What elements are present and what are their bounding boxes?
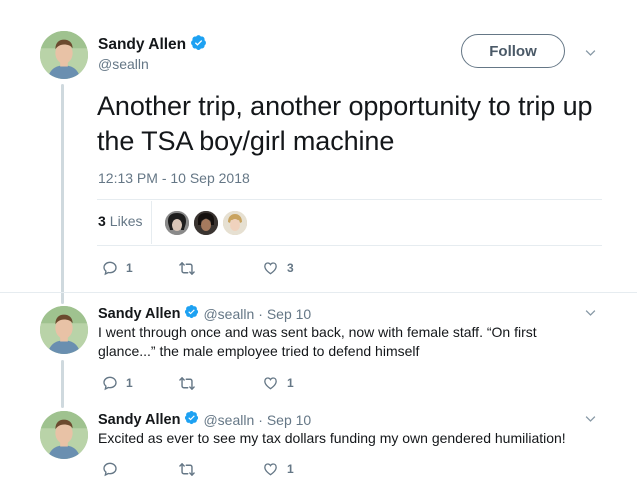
divider (97, 199, 602, 200)
thread-line (61, 360, 64, 408)
retweet-button[interactable] (178, 461, 204, 478)
retweet-icon (178, 375, 196, 392)
thread-line (61, 84, 64, 304)
like-count: 1 (287, 376, 294, 390)
retweet-icon (178, 461, 196, 478)
reply-button[interactable]: 1 (102, 260, 133, 276)
tweet-text: Another trip, another opportunity to tri… (97, 91, 593, 156)
avatar[interactable] (40, 411, 88, 459)
reply-icon (102, 375, 118, 391)
liker-avatar[interactable] (193, 210, 219, 236)
tweet-timestamp[interactable]: 12:13 PM - 10 Sep 2018 (98, 170, 250, 186)
reply-text: I went through once and was sent back, n… (98, 323, 578, 361)
author-name[interactable]: Sandy Allen (98, 306, 180, 322)
like-button[interactable]: 1 (262, 461, 294, 477)
retweet-icon (178, 260, 196, 277)
reply-count: 1 (126, 261, 133, 275)
reply-count: 1 (126, 376, 133, 390)
reply-header: Sandy Allen @sealln · Sep 10 (98, 304, 311, 324)
verified-badge-icon (190, 34, 207, 56)
reply-icon (102, 461, 118, 477)
chevron-down-icon[interactable] (583, 305, 598, 325)
avatar[interactable] (40, 31, 88, 79)
reply-date[interactable]: · Sep 10 (258, 412, 311, 428)
divider (97, 245, 602, 246)
divider (0, 292, 637, 293)
likes-stat[interactable]: 3 Likes (98, 213, 142, 229)
author-name[interactable]: Sandy Allen (98, 36, 186, 54)
retweet-button[interactable] (178, 260, 204, 277)
likes-count: 3 (98, 213, 106, 229)
reply-text-line: Excited as ever to see my tax dollars fu… (98, 430, 566, 446)
reply-button[interactable]: 1 (102, 375, 133, 391)
heart-icon (262, 461, 279, 477)
verified-badge-icon (184, 304, 199, 324)
author-name-row[interactable]: Sandy Allen (98, 34, 207, 56)
heart-icon (262, 375, 279, 391)
retweet-button[interactable] (178, 375, 204, 392)
liker-avatar[interactable] (164, 210, 190, 236)
liker-avatar[interactable] (222, 210, 248, 236)
like-count: 3 (287, 261, 294, 275)
author-handle[interactable]: @sealln (98, 56, 149, 72)
chevron-down-icon[interactable] (583, 45, 598, 65)
reply-text: Excited as ever to see my tax dollars fu… (98, 429, 578, 448)
reply-header: Sandy Allen @sealln · Sep 10 (98, 410, 311, 430)
author-handle[interactable]: @sealln (203, 412, 254, 428)
chevron-down-icon[interactable] (583, 411, 598, 431)
likes-label: Likes (109, 213, 143, 229)
like-count: 1 (287, 462, 294, 476)
reply-text-line: I went through once and was sent back, n… (98, 324, 537, 340)
author-handle[interactable]: @sealln (203, 306, 254, 322)
reply-date[interactable]: · Sep 10 (258, 306, 311, 322)
divider (151, 201, 152, 244)
reply-text-line: glance...” the male employee tried to de… (98, 343, 420, 359)
follow-button[interactable]: Follow (461, 34, 565, 68)
like-button[interactable]: 3 (262, 260, 294, 276)
heart-icon (262, 260, 279, 276)
reply-button[interactable] (102, 461, 126, 477)
author-name[interactable]: Sandy Allen (98, 412, 180, 428)
reply-icon (102, 260, 118, 276)
avatar[interactable] (40, 306, 88, 354)
like-button[interactable]: 1 (262, 375, 294, 391)
verified-badge-icon (184, 410, 199, 430)
